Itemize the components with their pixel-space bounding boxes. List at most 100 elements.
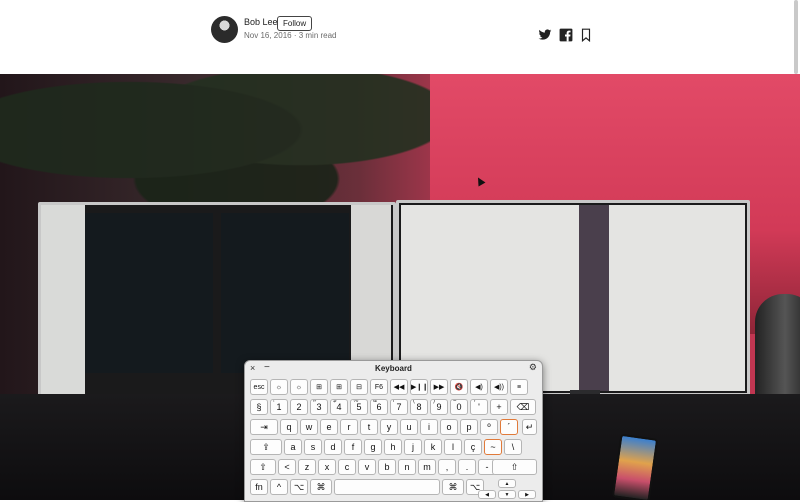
key-row5-2[interactable]: ⌥	[290, 479, 308, 495]
key-row4-2[interactable]: z	[298, 459, 316, 475]
fn-key-2[interactable]: ☼	[290, 379, 308, 395]
key-row4-10[interactable]: .	[458, 459, 476, 475]
fn-key-3[interactable]: ⊞	[310, 379, 328, 395]
key-row2-4-label: r	[347, 422, 351, 432]
key-row2-12[interactable]: ´	[500, 419, 518, 435]
key-row4-8[interactable]: m	[418, 459, 436, 475]
fn-key-8[interactable]: ▶❙❙	[410, 379, 428, 395]
key-row3-9[interactable]: l	[444, 439, 462, 455]
fn-key-11[interactable]: ◀)	[470, 379, 488, 395]
key-row2-4[interactable]: r	[340, 419, 358, 435]
key-row4-1[interactable]: <	[278, 459, 296, 475]
key-row5-5[interactable]: ⌘	[442, 479, 464, 495]
key-row4-6[interactable]: b	[378, 459, 396, 475]
key-row3-11[interactable]: ~	[484, 439, 502, 455]
key-row3-0[interactable]: ⇪	[250, 439, 282, 455]
follow-button[interactable]: Follow	[277, 16, 313, 31]
key-row2-12-label: ´	[507, 422, 511, 432]
key-row1-13[interactable]: ⌫	[510, 399, 536, 415]
author-avatar[interactable]	[211, 16, 238, 43]
space-bar[interactable]	[334, 479, 440, 495]
key-row2-7[interactable]: u	[400, 419, 418, 435]
key-row1-2[interactable]: " 2	[290, 399, 308, 415]
author-name[interactable]: Bob Lee	[244, 17, 278, 27]
key-row1-6-label: 6	[376, 402, 382, 412]
key-row3-3[interactable]: d	[324, 439, 342, 455]
plant-foliage	[0, 74, 430, 214]
key-row5-3[interactable]: ⌘	[310, 479, 332, 495]
key-row1-0-label: §	[256, 402, 262, 412]
key-row3-7[interactable]: j	[404, 439, 422, 455]
key-row2-3[interactable]: e	[320, 419, 338, 435]
key-row4-7[interactable]: n	[398, 459, 416, 475]
fn-key-10[interactable]: 🔇	[450, 379, 468, 395]
key-row4-4[interactable]: c	[338, 459, 356, 475]
keyboard-titlebar[interactable]: × − Keyboard ⚙	[245, 361, 542, 377]
key-row2-2[interactable]: w	[300, 419, 318, 435]
fn-key-6-label: F6	[374, 384, 384, 391]
return-key-label: ↵	[525, 422, 534, 432]
fn-key-5[interactable]: ⊟	[350, 379, 368, 395]
gear-icon[interactable]: ⚙	[529, 362, 537, 373]
key-row2-6[interactable]: y	[380, 419, 398, 435]
key-row2-5[interactable]: t	[360, 419, 378, 435]
key-row1-0[interactable]: ° §	[250, 399, 268, 415]
key-row3-12[interactable]: \	[504, 439, 522, 455]
fn-key-6[interactable]: F6	[370, 379, 388, 395]
key-row2-10[interactable]: p	[460, 419, 478, 435]
key-row1-8[interactable]: (8	[410, 399, 428, 415]
key-row5-0[interactable]: fn	[250, 479, 268, 495]
facebook-icon[interactable]	[559, 28, 573, 42]
key-row1-1[interactable]: ! 1	[270, 399, 288, 415]
scrollbar[interactable]	[794, 0, 798, 74]
key-row1-12-label: +	[496, 402, 502, 412]
key-row3-10[interactable]: ç	[464, 439, 482, 455]
key-row3-5-label: g	[370, 442, 376, 452]
key-row4-12[interactable]: ⇧	[492, 459, 537, 475]
arrow-down-key[interactable]: ▼	[498, 490, 516, 499]
key-row1-3[interactable]: #3	[310, 399, 328, 415]
arrow-left-key[interactable]: ◀	[478, 490, 496, 499]
key-row5-1[interactable]: ^	[270, 479, 288, 495]
key-row2-1[interactable]: q	[280, 419, 298, 435]
key-row2-9[interactable]: o	[440, 419, 458, 435]
key-row1-12[interactable]: * +	[490, 399, 508, 415]
fn-key-4[interactable]: ⊞	[330, 379, 348, 395]
key-row1-4[interactable]: $4	[330, 399, 348, 415]
key-row2-11[interactable]: º	[480, 419, 498, 435]
twitter-icon[interactable]	[538, 28, 552, 42]
key-row4-3[interactable]: x	[318, 459, 336, 475]
arrow-up-key[interactable]: ▲	[498, 479, 516, 488]
fn-key-12-label: ◀))	[493, 384, 505, 391]
key-row2-0[interactable]: ⇥	[250, 419, 278, 435]
key-row4-5[interactable]: v	[358, 459, 376, 475]
key-row1-5-shift-label: %	[353, 399, 359, 404]
fn-key-0[interactable]: esc	[250, 379, 268, 395]
key-row1-5[interactable]: % 5	[350, 399, 368, 415]
key-row1-9[interactable]: ) 9	[430, 399, 448, 415]
key-row3-2[interactable]: s	[304, 439, 322, 455]
key-row1-11[interactable]: ? '	[470, 399, 488, 415]
key-row1-10[interactable]: = 0	[450, 399, 468, 415]
monitor-right-dark-panel	[579, 205, 609, 391]
key-row4-0[interactable]: ⇧	[250, 459, 276, 475]
fn-key-13[interactable]: ≡	[510, 379, 528, 395]
key-row3-6[interactable]: h	[384, 439, 402, 455]
fn-key-1[interactable]: ☼	[270, 379, 288, 395]
key-row3-4[interactable]: f	[344, 439, 362, 455]
bookmark-icon[interactable]	[579, 28, 593, 42]
key-row1-6[interactable]: & 6	[370, 399, 388, 415]
arrow-right-key[interactable]: ▶	[518, 490, 536, 499]
key-row2-8[interactable]: i	[420, 419, 438, 435]
key-row1-7[interactable]: /7	[390, 399, 408, 415]
key-row3-1[interactable]: a	[284, 439, 302, 455]
key-row3-5[interactable]: g	[364, 439, 382, 455]
key-row3-8[interactable]: k	[424, 439, 442, 455]
fn-key-9[interactable]: ▶▶	[430, 379, 448, 395]
key-row4-9[interactable]: ,	[438, 459, 456, 475]
fn-key-12[interactable]: ◀))	[490, 379, 508, 395]
keyboard-viewer[interactable]: × − Keyboard ⚙ esc ☼ ☼ ⊞ ⊞ ⊟ F6 ◀◀ ▶❙❙ ▶▶ 🔇 ◀) ◀)) ≡ °…	[244, 360, 543, 502]
key-row1-3-label: 3	[316, 402, 322, 412]
fn-key-7[interactable]: ◀◀	[390, 379, 408, 395]
return-key[interactable]: ↵	[522, 419, 537, 435]
